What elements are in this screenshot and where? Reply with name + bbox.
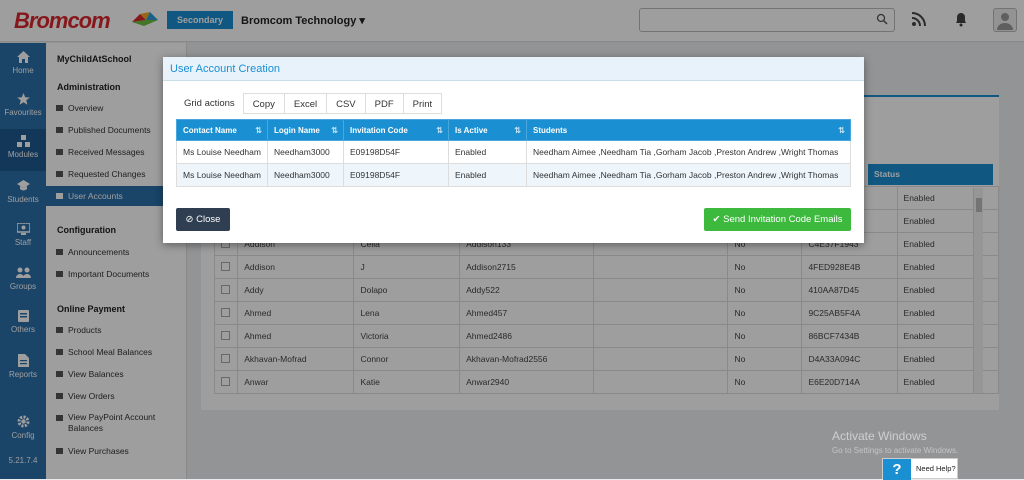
- need-help-label: Need Help?: [916, 464, 956, 473]
- activate-windows-hint: Go to Settings to activate Windows.: [832, 446, 959, 455]
- send-button-label: Send Invitation Code Emails: [723, 214, 843, 225]
- contact-name-cell: Ms Louise Needham: [176, 163, 268, 187]
- column-header-label: Is Active: [455, 125, 488, 135]
- login-name-cell: Needham3000: [267, 140, 344, 164]
- column-header-label: Invitation Code: [350, 125, 408, 135]
- pdf-button[interactable]: PDF: [364, 93, 403, 114]
- sort-icon: ⇅: [436, 126, 443, 135]
- excel-button[interactable]: Excel: [283, 93, 327, 114]
- is-active-cell: Enabled: [448, 140, 527, 164]
- need-help-widget[interactable]: ? Need Help?: [882, 458, 958, 480]
- sort-icon: ⇅: [331, 126, 338, 135]
- grid-actions-label: Grid actions: [184, 98, 235, 109]
- students-cell: Needham Aimee ,Needham Tia ,Gorham Jacob…: [526, 140, 851, 164]
- send-invitation-emails-button[interactable]: ✔ Send Invitation Code Emails: [704, 208, 851, 231]
- dialog-title: User Account Creation: [163, 57, 864, 81]
- column-header-is-active[interactable]: Is Active ⇅: [448, 119, 527, 141]
- column-header-login-name[interactable]: Login Name ⇅: [267, 119, 344, 141]
- csv-button[interactable]: CSV: [326, 93, 365, 114]
- invitation-code-cell: E09198D54F: [343, 140, 449, 164]
- column-header-label: Students: [533, 125, 568, 135]
- user-account-creation-dialog: User Account Creation Grid actions Copy …: [163, 57, 864, 243]
- column-header-students[interactable]: Students ⇅: [526, 119, 851, 141]
- close-button[interactable]: ⊘ Close: [176, 208, 230, 231]
- login-name-cell: Needham3000: [267, 163, 344, 187]
- table-row[interactable]: Ms Louise Needham Needham3000 E09198D54F…: [176, 163, 851, 187]
- close-icon: ⊘: [185, 214, 194, 225]
- table-row[interactable]: Ms Louise Needham Needham3000 E09198D54F…: [176, 140, 851, 164]
- grid-actions-toolbar: Grid actions Copy Excel CSV PDF Print: [176, 93, 443, 114]
- invitation-code-cell: E09198D54F: [343, 163, 449, 187]
- column-header-label: Contact Name: [183, 125, 237, 135]
- students-cell: Needham Aimee ,Needham Tia ,Gorham Jacob…: [526, 163, 851, 187]
- copy-button[interactable]: Copy: [242, 93, 284, 114]
- close-button-label: Close: [196, 214, 221, 225]
- column-header-label: Login Name: [274, 125, 320, 135]
- activate-windows-watermark: Activate Windows: [832, 429, 927, 443]
- print-button[interactable]: Print: [402, 93, 443, 114]
- is-active-cell: Enabled: [448, 163, 527, 187]
- sort-icon: ⇅: [838, 126, 845, 135]
- question-icon: ?: [883, 459, 911, 480]
- column-header-invitation-code[interactable]: Invitation Code ⇅: [343, 119, 449, 141]
- checkmark-icon: ✔: [712, 214, 721, 225]
- contact-name-cell: Ms Louise Needham: [176, 140, 268, 164]
- sort-icon: ⇅: [514, 126, 521, 135]
- column-header-contact-name[interactable]: Contact Name ⇅: [176, 119, 268, 141]
- sort-icon: ⇅: [255, 126, 262, 135]
- account-creation-table: Contact Name ⇅ Login Name ⇅ Invitation Cod…: [176, 119, 851, 187]
